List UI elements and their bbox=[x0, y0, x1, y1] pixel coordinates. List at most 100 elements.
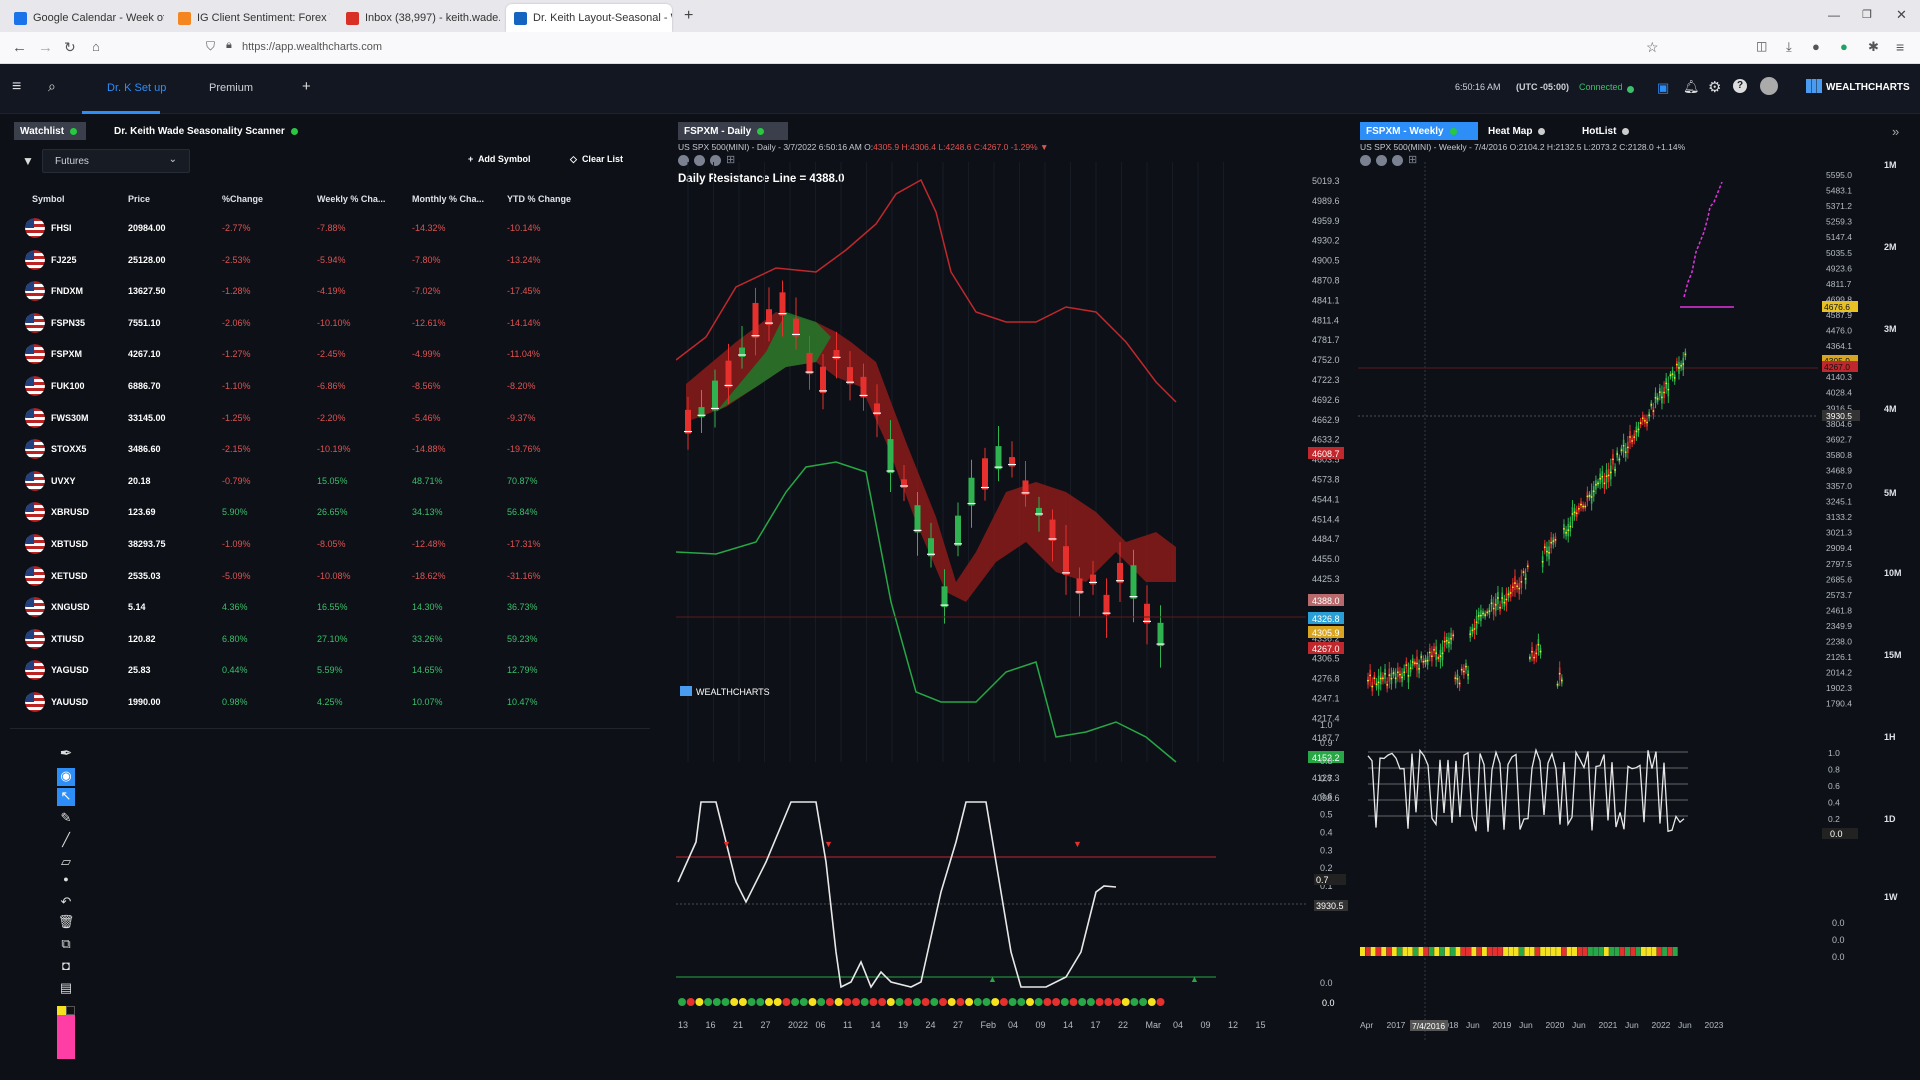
pencil-icon[interactable]: ✎ bbox=[57, 810, 75, 828]
bookmark-star-icon[interactable]: ☆ bbox=[1646, 39, 1659, 56]
browser-tab-calendar[interactable]: Google Calendar - Week of Ma ✕ bbox=[6, 4, 164, 32]
grammarly-icon[interactable]: ● bbox=[1840, 39, 1848, 54]
forward-icon[interactable]: → bbox=[38, 39, 53, 56]
timeframe-1m[interactable]: 1M bbox=[1884, 160, 1897, 170]
us-flag-icon bbox=[25, 565, 45, 586]
hamburger-menu-icon[interactable]: ≡ bbox=[12, 78, 21, 96]
daily-chart-svg[interactable]: 5019.3 4989.6 4959.9 4930.2 4900.5 4870.8 4841… bbox=[676, 162, 1348, 1062]
restore-icon[interactable]: ❐ bbox=[1862, 8, 1872, 21]
y-tick-label: 2126.1 bbox=[1826, 652, 1852, 662]
table-row[interactable]: XETUSD 2535.03 -5.09% -10.08% -18.62% -31.16% bbox=[25, 565, 662, 598]
timeframe-2m[interactable]: 2M bbox=[1884, 242, 1897, 252]
tab-seasonality-scanner[interactable]: Dr. Keith Wade Seasonality Scanner bbox=[108, 122, 304, 140]
y-tick-label: 4781.7 bbox=[1312, 335, 1340, 345]
col-change[interactable]: %Change bbox=[222, 194, 263, 204]
table-row[interactable]: YAUUSD 1990.00 0.98% 4.25% 10.07% 10.47% bbox=[25, 692, 662, 724]
table-row[interactable]: FJ225 25128.00 -2.53% -5.94% -7.80% -13.24% bbox=[25, 249, 662, 282]
candle-dot bbox=[1390, 677, 1393, 680]
timeframe-1d[interactable]: 1D bbox=[1884, 814, 1896, 824]
timeframe-3m[interactable]: 3M bbox=[1884, 324, 1897, 334]
line-tool-icon[interactable]: ╱ bbox=[57, 832, 75, 850]
minimize-icon[interactable]: — bbox=[1828, 8, 1840, 22]
candle-dot bbox=[1486, 611, 1489, 614]
timeframe-10m[interactable]: 10M bbox=[1884, 568, 1902, 578]
tab-watchlist[interactable]: Watchlist bbox=[14, 122, 86, 140]
table-row[interactable]: FHSI 20984.00 -2.77% -7.88% -14.32% -10.14% bbox=[25, 218, 662, 250]
filter-select[interactable]: Futures ⌄ bbox=[42, 149, 190, 173]
undo-icon[interactable]: ↶ bbox=[57, 894, 75, 912]
table-row[interactable]: UVXY 20.18 -0.79% 15.05% 48.71% 70.87% bbox=[25, 470, 662, 503]
eye-icon[interactable]: ◉ bbox=[57, 768, 75, 786]
menu-icon[interactable]: ≡ bbox=[1896, 39, 1904, 55]
add-symbol-button[interactable]: + Add Symbol bbox=[468, 154, 530, 164]
timeframe-1h[interactable]: 1H bbox=[1884, 732, 1896, 742]
gear-icon[interactable]: ⚙ bbox=[1708, 78, 1721, 96]
col-ytd[interactable]: YTD % Change bbox=[507, 194, 571, 204]
clear-list-button[interactable]: ◇ Clear List bbox=[570, 154, 623, 165]
extension-icon[interactable]: ● bbox=[1812, 39, 1820, 54]
pocket-icon[interactable]: ◫ bbox=[1756, 39, 1767, 53]
table-row[interactable]: XBTUSD 38293.75 -1.09% -8.05% -12.48% -17.31% bbox=[25, 534, 662, 566]
camera-icon[interactable]: ◘ bbox=[57, 958, 75, 976]
seasonality-bar bbox=[1651, 947, 1657, 956]
expand-panel-icon[interactable]: » bbox=[1892, 124, 1899, 139]
col-price[interactable]: Price bbox=[128, 194, 150, 204]
avatar[interactable] bbox=[1760, 77, 1778, 95]
table-row[interactable]: FSPXM 4267.10 -1.27% -2.45% -4.99% -11.04% bbox=[25, 344, 662, 376]
col-symbol[interactable]: Symbol bbox=[32, 194, 65, 204]
tab-hotlist[interactable]: HotList bbox=[1576, 122, 1635, 140]
col-weekly[interactable]: Weekly % Cha... bbox=[317, 194, 385, 204]
browser-tab-ig[interactable]: IG Client Sentiment: Forex Trad ✕ bbox=[170, 4, 330, 32]
table-row[interactable]: FSPN35 7551.10 -2.06% -10.10% -12.61% -14.14% bbox=[25, 312, 662, 345]
tab-dr-k-setup[interactable]: Dr. K Set up bbox=[107, 82, 166, 94]
pen-tool-icon[interactable]: ✒ bbox=[57, 744, 75, 762]
table-row[interactable]: XTIUSD 120.82 6.80% 27.10% 33.26% 59.23% bbox=[25, 628, 662, 661]
table-row[interactable]: STOXX5 3486.60 -2.15% -10.19% -14.88% -19.76% bbox=[25, 439, 662, 471]
color-swatch-black[interactable] bbox=[66, 1006, 75, 1015]
timeframe-1w[interactable]: 1W bbox=[1884, 892, 1898, 902]
tab-heat-map[interactable]: Heat Map bbox=[1482, 122, 1551, 140]
search-icon[interactable]: ⌕ bbox=[48, 78, 56, 95]
timeframe-15m[interactable]: 15M bbox=[1884, 650, 1902, 660]
table-row[interactable]: XNGUSD 5.14 4.36% 16.55% 14.30% 36.73% bbox=[25, 597, 662, 629]
bell-icon[interactable]: 🔔︎ bbox=[1683, 79, 1700, 95]
table-row[interactable]: XBRUSD 123.69 5.90% 26.65% 34.13% 56.84% bbox=[25, 502, 662, 534]
timeframe-4m[interactable]: 4M bbox=[1884, 404, 1897, 414]
color-swatch-pink[interactable] bbox=[57, 1015, 75, 1059]
download-icon[interactable]: ⤓ bbox=[1786, 39, 1792, 55]
reload-icon[interactable]: ↻ bbox=[64, 39, 76, 56]
save-icon[interactable]: ▣ bbox=[1657, 80, 1669, 96]
cursor-icon[interactable]: ↖ bbox=[57, 788, 75, 806]
clipboard-icon[interactable]: ▤ bbox=[57, 980, 75, 998]
ruler-icon[interactable]: ▱ bbox=[57, 854, 75, 872]
extension-puzzle-icon[interactable]: ✱ bbox=[1868, 39, 1879, 55]
trash-icon[interactable]: 🗑︎ bbox=[57, 914, 75, 932]
col-monthly[interactable]: Monthly % Cha... bbox=[412, 194, 484, 204]
url-input[interactable]: https://app.wealthcharts.com bbox=[242, 41, 382, 53]
filter-icon[interactable]: ▼ bbox=[22, 154, 34, 168]
home-icon[interactable]: ⌂ bbox=[92, 39, 100, 54]
candle-dot bbox=[1369, 674, 1372, 677]
table-row[interactable]: YAGUSD 25.83 0.44% 5.59% 14.65% 12.79% bbox=[25, 660, 662, 692]
color-swatch-yellow[interactable] bbox=[57, 1006, 66, 1015]
tab-premium[interactable]: Premium bbox=[209, 82, 253, 94]
timeframe-5m[interactable]: 5M bbox=[1884, 488, 1897, 498]
cell-ytd: -13.24% bbox=[507, 254, 541, 265]
table-row[interactable]: FWS30M 33145.00 -1.25% -2.20% -5.46% -9.37% bbox=[25, 407, 662, 440]
layers-icon[interactable]: ⧉ bbox=[57, 936, 75, 954]
weekly-chart-svg[interactable]: 5595.0 5483.1 5371.2 5259.3 5147.4 5035.5 4923… bbox=[1358, 162, 1868, 1062]
browser-tab-wealthcharts[interactable]: Dr. Keith Layout-Seasonal - We ✕ bbox=[506, 4, 672, 32]
back-icon[interactable]: ← bbox=[12, 39, 27, 56]
tab-fspxm-weekly[interactable]: FSPXM - Weekly bbox=[1360, 122, 1478, 140]
help-icon[interactable]: ? bbox=[1733, 79, 1747, 93]
shield-icon[interactable]: ⛉ bbox=[206, 39, 215, 54]
add-tab-icon[interactable]: + bbox=[302, 78, 311, 95]
window-close-icon[interactable]: ✕ bbox=[1896, 7, 1907, 23]
browser-tab-gmail[interactable]: Inbox (38,997) - keith.wade.db ✕ bbox=[338, 4, 500, 32]
seasonality-dot bbox=[1052, 998, 1061, 1006]
dot-tool-icon[interactable]: ● bbox=[57, 874, 75, 892]
table-row[interactable]: FUK100 6886.70 -1.10% -6.86% -8.56% -8.20% bbox=[25, 376, 662, 408]
tab-fspxm-daily[interactable]: FSPXM - Daily bbox=[678, 122, 788, 140]
new-tab-icon[interactable]: + bbox=[684, 7, 693, 25]
table-row[interactable]: FNDXM 13627.50 -1.28% -4.19% -7.02% -17.45% bbox=[25, 281, 662, 313]
